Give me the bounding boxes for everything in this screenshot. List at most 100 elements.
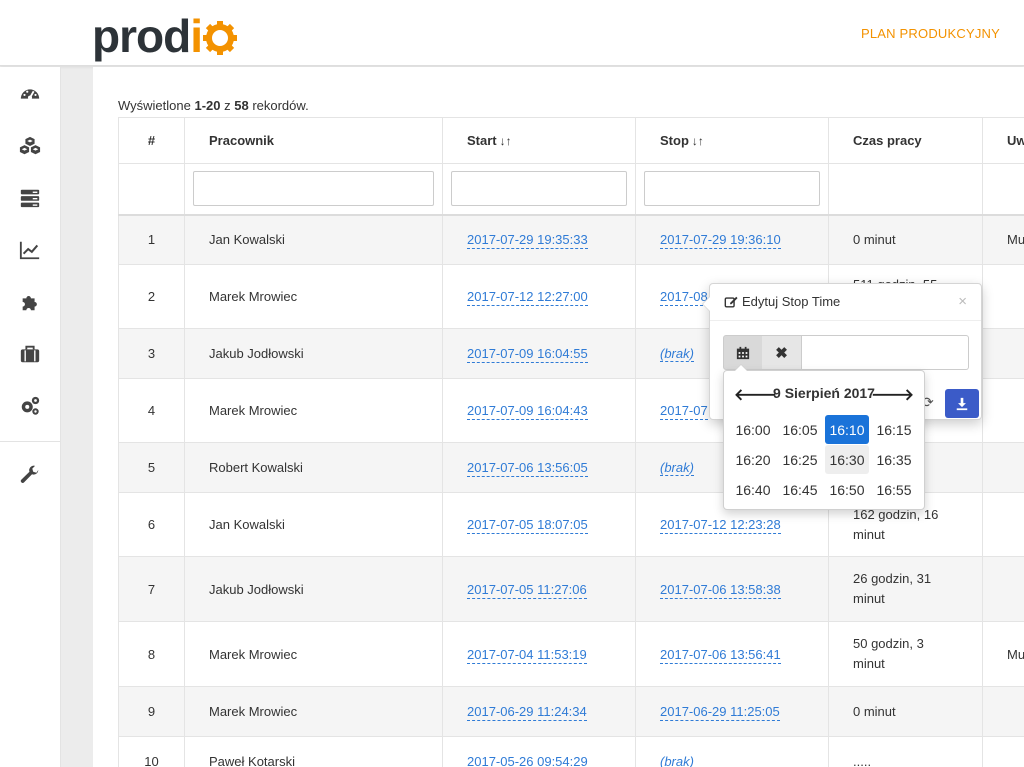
filter-stop-input[interactable] [644, 171, 820, 207]
row-stop-cell: 2017-06-29 11:25:05 [635, 686, 829, 737]
time-option[interactable]: 16:40 [731, 475, 775, 504]
picker-arrow [734, 364, 748, 371]
sidebar-item-reports[interactable] [0, 224, 60, 276]
time-option[interactable]: 16:55 [872, 475, 916, 504]
sort-icon: ↓↑ [499, 134, 512, 148]
row-note [982, 556, 1024, 622]
row-stop[interactable]: (brak) [660, 754, 694, 767]
puzzle-icon [22, 296, 37, 311]
row-start-cell: 2017-07-05 18:07:05 [442, 492, 636, 557]
calendar-icon [736, 346, 750, 359]
row-start[interactable]: 2017-07-05 18:07:05 [467, 517, 588, 534]
plan-produkcyjny-link[interactable]: PLAN PRODUKCYJNY [861, 26, 1000, 41]
time-grid: 16:00 16:05 16:10 16:15 16:20 16:25 16:3… [731, 415, 921, 504]
row-stop[interactable]: 2017-06-29 11:25:05 [660, 704, 780, 721]
row-start[interactable]: 2017-07-29 19:35:33 [467, 232, 588, 250]
table-row: 7 Jakub Jodłowski 2017-07-05 11:27:06 20… [118, 556, 1024, 622]
sidebar-item-machines[interactable] [0, 172, 60, 224]
clear-button[interactable]: ✖ [762, 335, 802, 370]
row-start[interactable]: 2017-07-12 12:27:00 [467, 289, 588, 306]
sidebar-item-dashboard[interactable] [0, 68, 60, 120]
sidebar-item-modules[interactable] [0, 276, 60, 328]
row-number: 7 [118, 556, 185, 622]
sidebar-item-products[interactable] [0, 120, 60, 172]
time-option[interactable]: 16:50 [825, 475, 869, 504]
row-start[interactable]: 2017-07-09 16:04:43 [467, 403, 588, 420]
filter-cell-worker [184, 163, 443, 216]
row-start[interactable]: 2017-07-09 16:04:55 [467, 346, 588, 363]
row-number: 8 [118, 621, 185, 687]
row-start[interactable]: 2017-07-05 11:27:06 [467, 581, 587, 599]
row-stop[interactable]: 2017-07-06 13:56:41 [660, 646, 781, 664]
prodio-logo[interactable]: prod i [92, 12, 238, 60]
table-row: 8 Marek Mrowiec 2017-07-04 11:53:19 2017… [118, 621, 1024, 687]
row-worker: Marek Mrowiec [184, 686, 443, 737]
line-chart-icon [19, 241, 40, 260]
time-option-selected[interactable]: 16:10 [825, 415, 869, 444]
time-option[interactable]: 16:05 [778, 415, 822, 444]
filter-start-input[interactable] [451, 171, 627, 207]
row-stop[interactable]: (brak) [660, 346, 694, 362]
row-work-time: 0 minut [828, 686, 983, 737]
col-header-start[interactable]: Start ↓↑ [442, 117, 636, 164]
row-note [982, 442, 1024, 493]
row-start[interactable]: 2017-06-29 11:24:34 [467, 704, 587, 721]
col-header-notes: Uw [982, 117, 1024, 164]
time-option[interactable]: 16:20 [731, 445, 775, 474]
popover-close-button[interactable]: × [958, 293, 967, 310]
col-header-number: # [118, 117, 185, 164]
sidebar-item-orders[interactable] [0, 328, 60, 380]
cubes-icon [19, 136, 41, 155]
row-start-cell: 2017-07-29 19:35:33 [442, 214, 636, 265]
time-option[interactable]: 16:35 [872, 445, 916, 474]
wrench-icon [20, 465, 39, 483]
row-stop[interactable]: 2017-07-06 13:58:38 [660, 581, 781, 599]
table-row: 1 Jan Kowalski 2017-07-29 19:35:33 2017-… [118, 214, 1024, 265]
row-number: 3 [118, 328, 185, 379]
sidebar-item-tools[interactable] [0, 449, 60, 501]
row-number: 9 [118, 686, 185, 737]
row-stop-cell: 2017-07-29 19:36:10 [635, 214, 829, 265]
col-header-stop[interactable]: Stop ↓↑ [635, 117, 829, 164]
row-stop[interactable]: 2017-07-12 12:23:28 [660, 517, 781, 534]
row-start-cell: 2017-05-26 09:54:29 [442, 736, 636, 767]
edit-icon [724, 296, 738, 308]
sidebar [0, 67, 61, 767]
row-stop[interactable]: 2017-08 [660, 289, 708, 306]
row-start[interactable]: 2017-05-26 09:54:29 [467, 754, 588, 767]
row-stop[interactable]: (brak) [660, 460, 694, 476]
row-stop[interactable]: 2017-07-29 19:36:10 [660, 232, 781, 250]
row-note: Mu [982, 214, 1024, 265]
next-arrow-icon[interactable]: 🡒 [871, 384, 914, 405]
row-work-time: 26 godzin, 31 minut [828, 556, 983, 622]
row-number: 2 [118, 264, 185, 329]
save-button[interactable] [945, 389, 979, 418]
logo-i: i [190, 10, 203, 62]
time-option[interactable]: 16:25 [778, 445, 822, 474]
row-stop-cell: 2017-07-06 13:58:38 [635, 556, 829, 622]
row-stop-cell: (brak) [635, 736, 829, 767]
records-summary: Wyświetlone 1-20 z 58 rekordów. [118, 98, 309, 113]
time-option[interactable]: 16:15 [872, 415, 916, 444]
row-start-cell: 2017-07-09 16:04:55 [442, 328, 636, 379]
filter-worker-input[interactable] [193, 171, 434, 207]
row-number: 10 [118, 736, 185, 767]
filter-cell-stop [635, 163, 829, 216]
row-start[interactable]: 2017-07-06 13:56:05 [467, 460, 588, 477]
row-number: 5 [118, 442, 185, 493]
popover-divider [710, 320, 981, 321]
records-prefix: Wyświetlone [118, 98, 195, 113]
time-option[interactable]: 16:30 [825, 445, 869, 474]
filter-cell-empty [982, 163, 1024, 216]
records-total: 58 [234, 98, 249, 113]
row-note [982, 736, 1024, 767]
row-stop[interactable]: 2017-07 [660, 403, 708, 420]
row-note [982, 328, 1024, 379]
time-option[interactable]: 16:00 [731, 415, 775, 444]
row-start[interactable]: 2017-07-04 11:53:19 [467, 646, 587, 664]
sidebar-item-settings[interactable] [0, 380, 60, 432]
stop-time-input[interactable] [802, 335, 969, 370]
records-suffix: rekordów. [248, 98, 309, 113]
time-option[interactable]: 16:45 [778, 475, 822, 504]
table-row: 10 Paweł Kotarski 2017-05-26 09:54:29 (b… [118, 736, 1024, 767]
